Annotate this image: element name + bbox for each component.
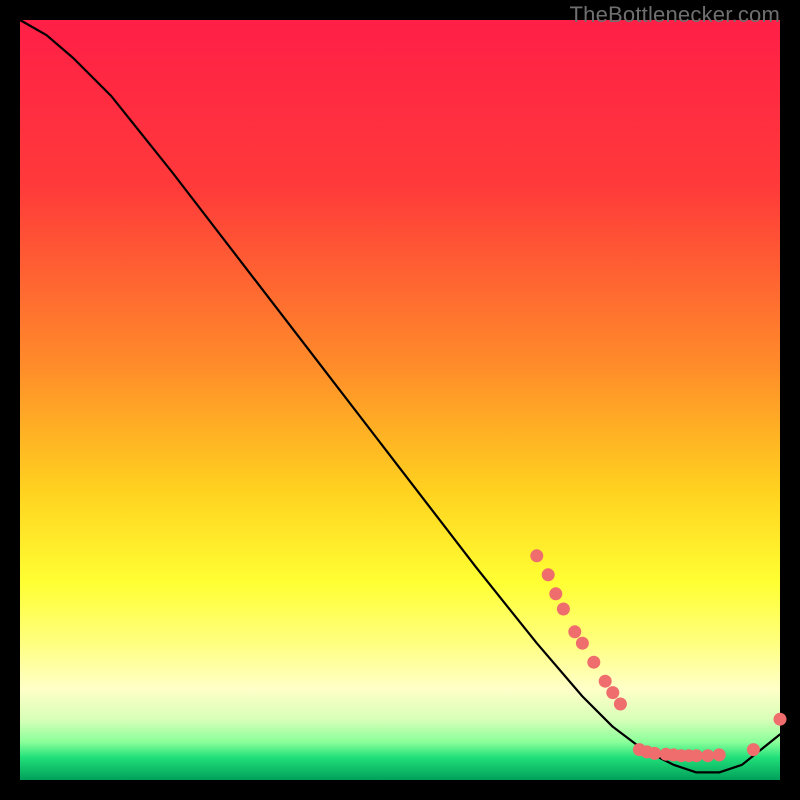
watermark-text: TheBottlenecker.com <box>570 2 780 28</box>
data-point-marker <box>747 743 760 756</box>
data-point-marker <box>599 675 612 688</box>
data-point-marker <box>576 637 589 650</box>
chart-overlay <box>0 0 800 800</box>
data-point-marker <box>530 549 543 562</box>
data-point-marker <box>568 625 581 638</box>
data-point-marker <box>614 698 627 711</box>
data-point-marker <box>606 686 619 699</box>
data-point-marker <box>542 568 555 581</box>
data-point-marker <box>587 656 600 669</box>
data-point-marker <box>690 749 703 762</box>
data-point-marker <box>774 713 787 726</box>
bottleneck-curve <box>20 20 780 772</box>
data-point-marker <box>549 587 562 600</box>
data-point-marker <box>648 747 661 760</box>
chart-frame: TheBottlenecker.com <box>0 0 800 800</box>
data-point-marker <box>557 603 570 616</box>
data-point-marker <box>713 748 726 761</box>
data-point-marker <box>701 749 714 762</box>
